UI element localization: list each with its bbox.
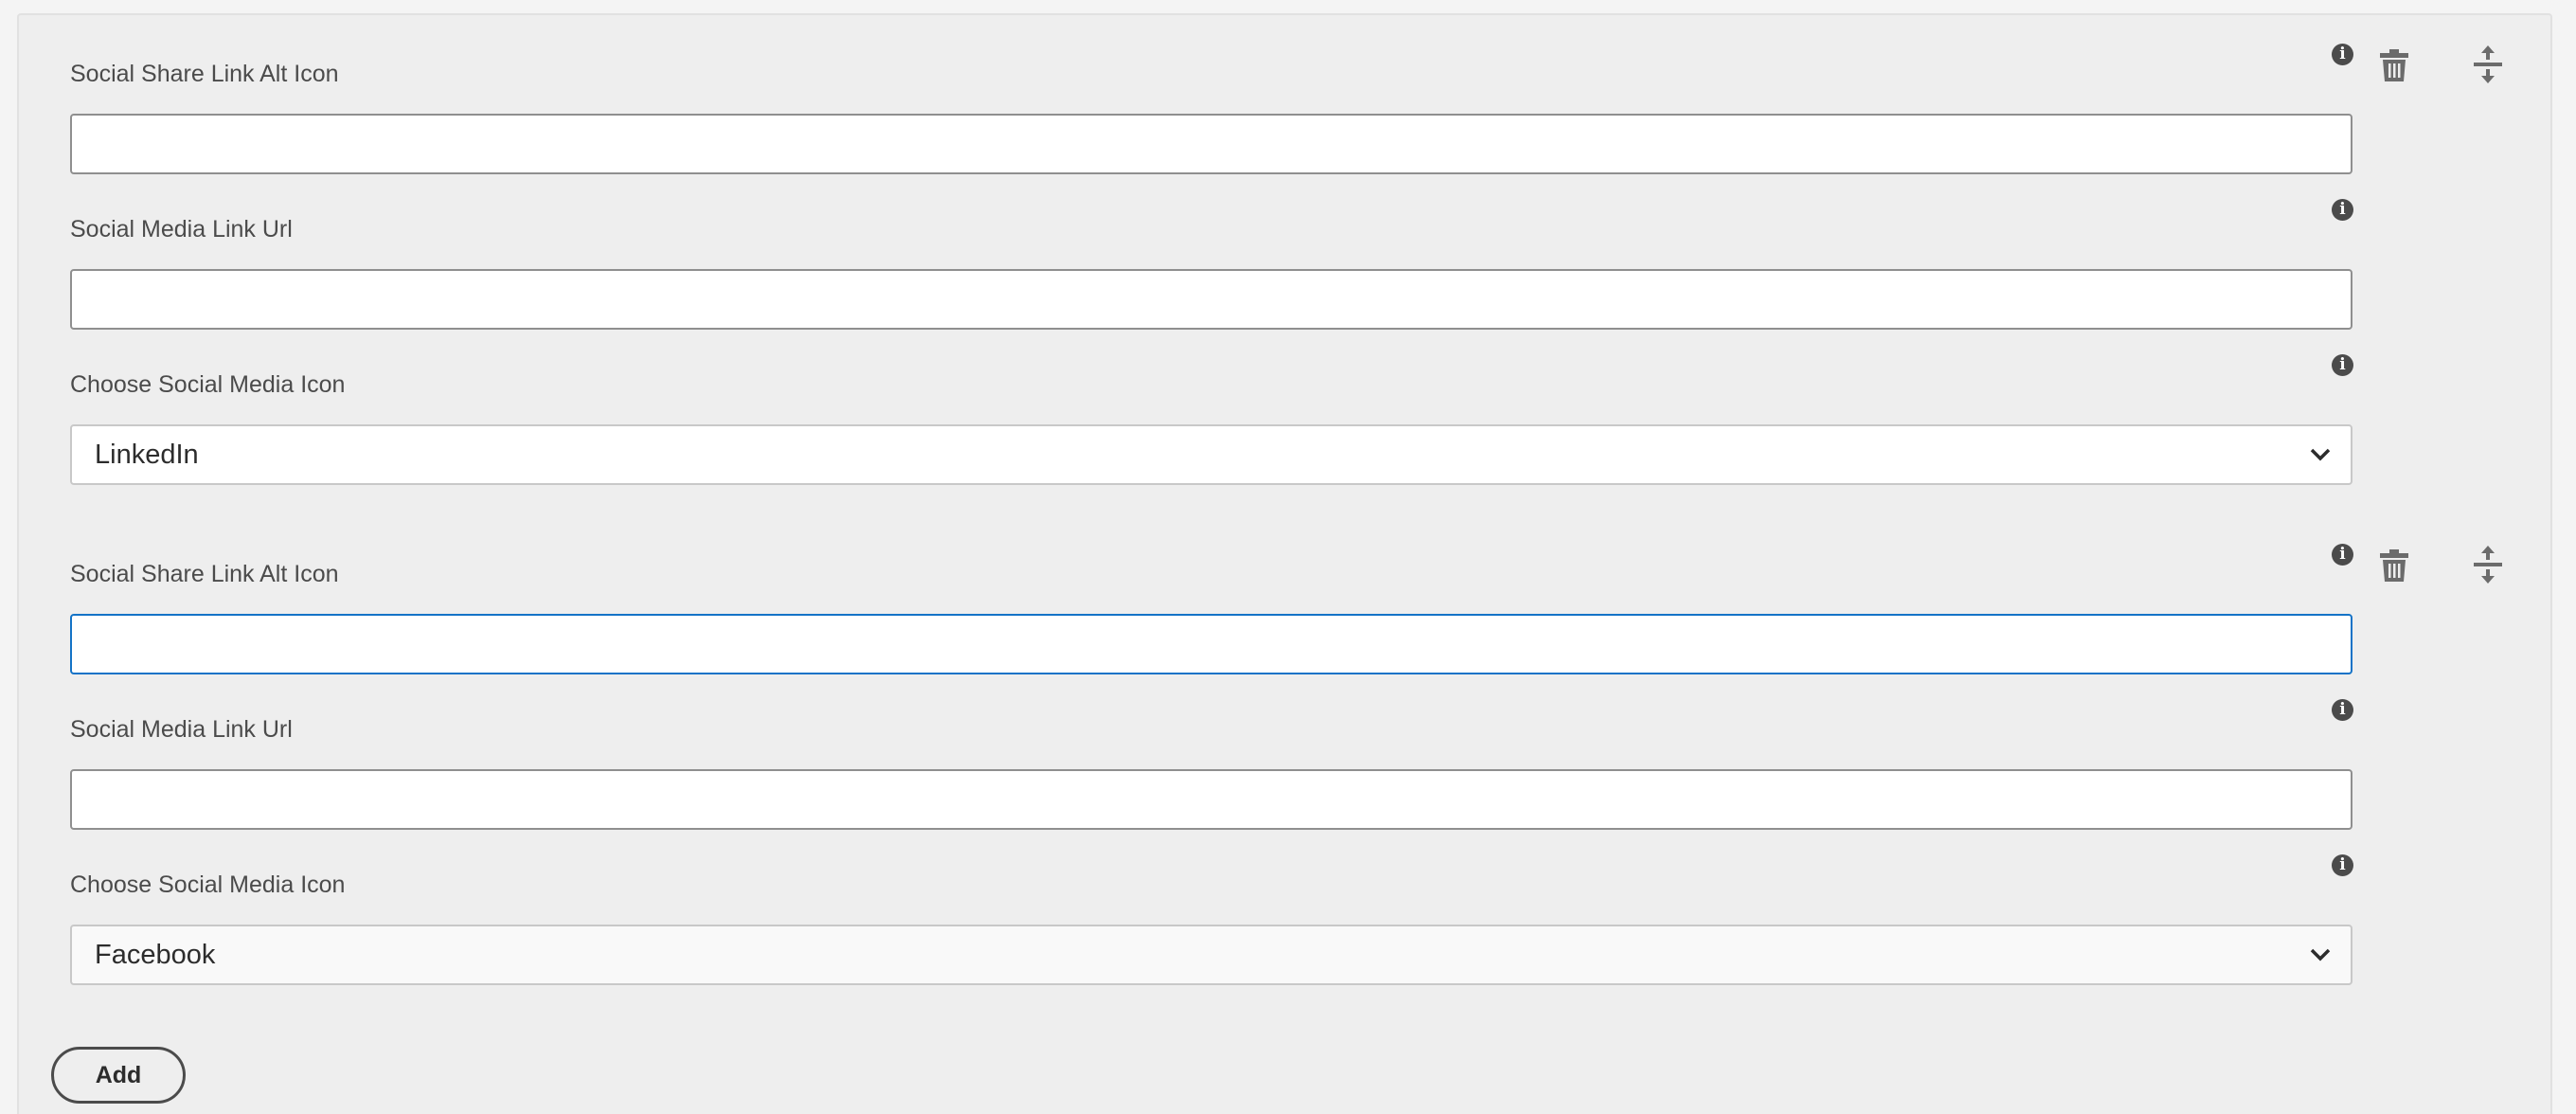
alt-icon-row: Social Share Link Alt Icon i xyxy=(19,15,2550,174)
icon-select-label: Choose Social Media Icon xyxy=(70,371,346,398)
link-url-label: Social Media Link Url xyxy=(70,216,293,243)
add-button[interactable]: Add xyxy=(51,1047,186,1104)
icon-select-label: Choose Social Media Icon xyxy=(70,871,346,898)
info-icon[interactable]: i xyxy=(2332,699,2353,721)
alt-icon-label: Social Share Link Alt Icon xyxy=(70,561,339,587)
multifield-panel: Social Share Link Alt Icon i Social Medi… xyxy=(17,13,2552,1114)
link-url-row: Social Media Link Url i xyxy=(19,671,2550,830)
info-icon[interactable]: i xyxy=(2332,354,2353,376)
chevron-down-icon xyxy=(2310,948,2331,961)
info-icon[interactable]: i xyxy=(2332,199,2353,221)
link-url-label: Social Media Link Url xyxy=(70,716,293,743)
info-icon[interactable]: i xyxy=(2332,44,2353,65)
social-icon-select[interactable]: LinkedIn xyxy=(70,424,2352,485)
chevron-down-icon xyxy=(2310,448,2331,461)
alt-icon-label: Social Share Link Alt Icon xyxy=(70,61,339,87)
link-url-input[interactable] xyxy=(70,269,2352,330)
link-url-row: Social Media Link Url i xyxy=(19,171,2550,330)
alt-icon-input[interactable] xyxy=(70,614,2352,674)
icon-select-row: Choose Social Media Icon i LinkedIn xyxy=(19,326,2550,485)
alt-icon-input[interactable] xyxy=(70,114,2352,174)
link-url-input[interactable] xyxy=(70,769,2352,830)
select-value: LinkedIn xyxy=(95,439,199,470)
select-value: Facebook xyxy=(95,939,216,970)
info-icon[interactable]: i xyxy=(2332,544,2353,566)
alt-icon-row: Social Share Link Alt Icon i xyxy=(19,515,2550,674)
info-icon[interactable]: i xyxy=(2332,854,2353,876)
icon-select-row: Choose Social Media Icon i Facebook xyxy=(19,826,2550,985)
social-icon-select[interactable]: Facebook xyxy=(70,925,2352,985)
